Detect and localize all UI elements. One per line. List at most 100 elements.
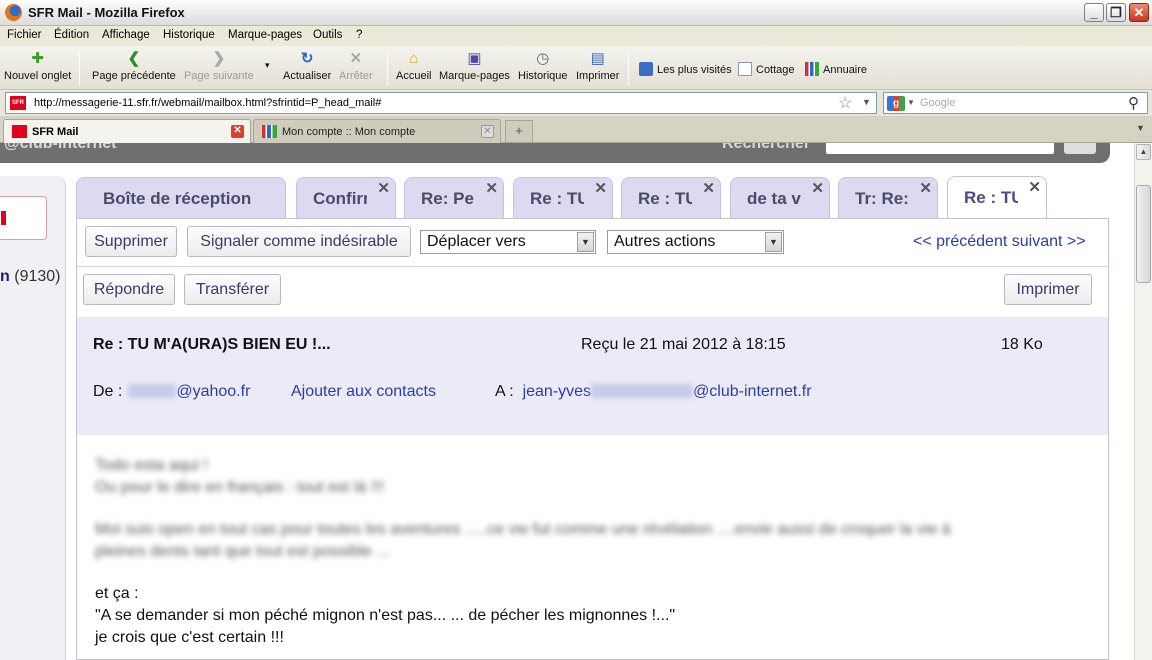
menu-edition[interactable]: Édition — [54, 29, 89, 41]
mail-tab[interactable]: Confirm ✕ — [296, 177, 396, 218]
inbox-folder[interactable]: n (9130) — [0, 268, 60, 286]
mail-tab-label: Tr: Re: — [855, 189, 909, 208]
redacted-sender — [128, 384, 177, 398]
forward-button[interactable]: ❯ Page suivante — [184, 50, 254, 82]
mail-tab-label: Boîte de réception — [103, 189, 252, 208]
history-label: Historique — [518, 70, 568, 82]
new-tab-plus-icon[interactable]: + — [505, 120, 533, 142]
menu-outils[interactable]: Outils — [313, 29, 342, 41]
back-label: Page précédente — [92, 70, 176, 82]
close-icon[interactable]: ✕ — [811, 179, 824, 197]
delete-button[interactable]: Supprimer — [85, 226, 177, 257]
back-arrow-icon: ❮ — [127, 50, 141, 67]
mail-tab[interactable]: Re: Pers ✕ — [404, 177, 504, 218]
stop-icon: ✕ — [349, 50, 363, 67]
browser-tab-mon-compte[interactable]: Mon compte :: Mon compte ✕ — [253, 119, 501, 143]
window-titlebar: SFR Mail - Mozilla Firefox _ ❐ ✕ — [0, 0, 1152, 26]
back-button[interactable]: ❮ Page précédente — [92, 50, 176, 82]
search-engine-dropdown-icon[interactable]: ▼ — [907, 98, 915, 107]
close-icon[interactable]: ✕ — [702, 179, 715, 197]
close-window-button[interactable]: ✕ — [1129, 3, 1149, 22]
menu-historique[interactable]: Historique — [163, 29, 215, 41]
vertical-scrollbar[interactable]: ▲ — [1134, 143, 1152, 660]
mail-search-input[interactable] — [826, 143, 1054, 154]
mail-tab-inbox[interactable]: Boîte de réception — [76, 177, 286, 218]
mail-search-button[interactable] — [1064, 143, 1096, 154]
close-tab-icon[interactable]: ✕ — [231, 125, 244, 138]
add-contact-link[interactable]: Ajouter aux contacts — [291, 383, 436, 401]
print-toolbar-button[interactable]: ▤ Imprimer — [576, 50, 619, 82]
recipient-prefix[interactable]: jean-yves — [523, 383, 591, 400]
from-line: De : @yahoo.fr — [93, 383, 250, 401]
menu-marque-pages[interactable]: Marque-pages — [228, 29, 302, 41]
message-subject: Re : TU M'A(URA)S BIEN EU !... — [93, 336, 331, 353]
mail-tab-label: Re : TU — [964, 188, 1018, 207]
sender-address[interactable]: @yahoo.fr — [176, 383, 250, 400]
close-icon[interactable]: ✕ — [594, 179, 607, 197]
window-title: SFR Mail - Mozilla Firefox — [28, 5, 185, 20]
header-logo-text: @club-internet — [4, 143, 117, 152]
bookmarks-icon: ▣ — [467, 50, 482, 67]
move-to-select[interactable]: Déplacer vers ▼ — [420, 230, 596, 254]
minimize-button[interactable]: _ — [1084, 3, 1104, 22]
reload-button[interactable]: ↻ Actualiser — [283, 50, 331, 82]
search-box[interactable]: g ▼ Google ⚲ — [883, 92, 1148, 114]
history-button[interactable]: ◷ Historique — [518, 50, 568, 82]
prev-next-links[interactable]: << précédent suivant >> — [913, 233, 1086, 251]
bookmark-cottage[interactable]: Cottage — [738, 62, 795, 76]
close-icon[interactable]: ✕ — [485, 179, 498, 197]
history-dropdown-icon[interactable]: ▾ — [265, 60, 270, 71]
page-header: @club-internet Rechercher — [0, 143, 1110, 163]
menu-affichage[interactable]: Affichage — [102, 29, 150, 41]
url-text[interactable]: http://messagerie-11.sfr.fr/webmail/mail… — [34, 97, 381, 109]
move-to-value: Déplacer vers — [427, 233, 526, 250]
bookmark-most-visited[interactable]: Les plus visités — [639, 62, 732, 76]
close-tab-icon[interactable]: ✕ — [481, 125, 494, 138]
compose-button[interactable] — [0, 196, 47, 240]
report-spam-button[interactable]: Signaler comme indésirable — [187, 226, 411, 257]
bookmark-label: Annuaire — [823, 64, 868, 76]
close-icon[interactable]: ✕ — [377, 179, 390, 197]
inbox-label: n — [0, 268, 10, 285]
google-icon[interactable]: g — [887, 96, 905, 111]
home-button[interactable]: ⌂ Accueil — [396, 50, 431, 82]
menu-fichier[interactable]: Fichier — [7, 29, 42, 41]
address-bar[interactable]: SFR http://messagerie-11.sfr.fr/webmail/… — [5, 92, 877, 114]
toolbar-separator — [387, 51, 388, 85]
mail-tab[interactable]: Re : TU ✕ — [621, 177, 721, 218]
bookmarks-button[interactable]: ▣ Marque-pages — [439, 50, 510, 82]
bookmark-star-icon[interactable]: ☆ — [838, 93, 852, 113]
maximize-button[interactable]: ❐ — [1106, 3, 1126, 22]
search-placeholder[interactable]: Google — [920, 97, 955, 109]
new-tab-label: Nouvel onglet — [4, 70, 72, 82]
stop-button[interactable]: ✕ Arrêter — [339, 50, 373, 82]
from-label: De : — [93, 383, 123, 400]
close-icon[interactable]: ✕ — [1028, 178, 1041, 196]
mail-tab[interactable]: Tr: Re: ✕ — [838, 177, 938, 218]
recipient-domain[interactable]: @club-internet.fr — [693, 383, 812, 400]
reload-icon: ↻ — [300, 50, 314, 67]
browser-tab-sfr-mail[interactable]: SFR Mail ✕ — [3, 119, 251, 143]
bookmark-annuaire[interactable]: Annuaire — [805, 62, 867, 76]
scroll-up-icon[interactable]: ▲ — [1136, 144, 1151, 160]
menu-help[interactable]: ? — [356, 29, 362, 41]
tab-list-dropdown-icon[interactable]: ▼ — [1136, 123, 1145, 133]
reply-button[interactable]: Répondre — [83, 274, 175, 305]
close-icon[interactable]: ✕ — [919, 179, 932, 197]
url-dropdown-icon[interactable]: ▼ — [862, 97, 871, 107]
mail-tab-label: Re: Pers — [421, 189, 475, 208]
print-message-button[interactable]: Imprimer — [1004, 274, 1092, 305]
forward-message-button[interactable]: Transférer — [184, 274, 281, 305]
mail-tab-label: Re : TU — [638, 189, 692, 208]
scrollbar-thumb[interactable] — [1136, 185, 1151, 283]
new-tab-button[interactable]: ✚ Nouvel onglet — [4, 50, 71, 82]
search-icon[interactable]: ⚲ — [1128, 94, 1139, 112]
divider — [77, 266, 1108, 267]
other-actions-select[interactable]: Autres actions ▼ — [607, 230, 784, 254]
mail-tab[interactable]: Re : TU ✕ — [513, 177, 613, 218]
mail-tab[interactable]: de ta vi ✕ — [730, 177, 830, 218]
mail-tab-current[interactable]: Re : TU ✕ — [947, 176, 1047, 219]
printer-icon: ▤ — [590, 50, 605, 67]
most-visited-icon — [639, 62, 653, 76]
browser-tab-bar: SFR Mail ✕ Mon compte :: Mon compte ✕ + … — [0, 117, 1152, 143]
